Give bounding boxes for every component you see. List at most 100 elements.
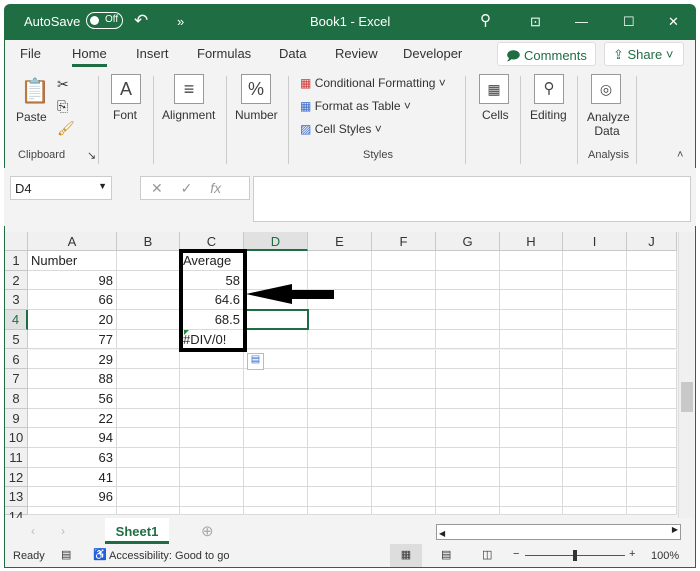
cell-c8[interactable] [180,388,244,409]
cell-e5[interactable] [308,329,372,350]
cell-a1[interactable]: Number [28,251,117,271]
paste-button[interactable]: Paste [16,110,47,124]
row-header-4[interactable]: 4 [5,310,28,330]
cell-g3[interactable] [436,290,500,311]
cell-j9[interactable] [627,408,677,429]
sheet-tab-sheet1[interactable]: Sheet1 [105,518,169,544]
cell-f1[interactable] [372,251,436,271]
cell-d9[interactable] [244,408,308,429]
row-header-8[interactable]: 8 [5,388,28,409]
cell-g4[interactable] [436,310,500,330]
insert-function-icon[interactable]: fx [210,180,221,196]
cell-i11[interactable] [563,448,627,468]
cell-d13[interactable] [244,487,308,508]
cell-h1[interactable] [500,251,563,271]
cell-a6[interactable]: 29 [28,349,117,370]
normal-view-icon[interactable]: ▦ [390,544,422,567]
cell-h11[interactable] [500,448,563,468]
column-header-i[interactable]: I [563,232,627,251]
cell-h6[interactable] [500,349,563,370]
cell-h7[interactable] [500,369,563,389]
cell-f2[interactable] [372,270,436,291]
cell-c11[interactable] [180,448,244,468]
cell-e4[interactable] [308,310,372,330]
cell-e1[interactable] [308,251,372,271]
cell-j14[interactable] [627,507,677,516]
cell-j2[interactable] [627,270,677,291]
cell-i9[interactable] [563,408,627,429]
cell-a11[interactable]: 63 [28,448,117,468]
cell-d8[interactable] [244,388,308,409]
enter-icon[interactable]: ✓ [181,180,193,196]
cell-i14[interactable] [563,507,627,516]
column-header-d[interactable]: D [244,232,308,251]
cell-i13[interactable] [563,487,627,508]
more-commands[interactable]: » [177,14,184,29]
cell-b5[interactable] [117,329,180,350]
autosave-toggle[interactable]: Off [86,12,123,29]
cell-e13[interactable] [308,487,372,508]
cell-e7[interactable] [308,369,372,389]
cell-e6[interactable] [308,349,372,370]
cancel-icon[interactable]: ✕ [151,180,163,196]
cell-h2[interactable] [500,270,563,291]
row-header-9[interactable]: 9 [5,408,28,429]
cell-c12[interactable] [180,467,244,488]
cell-j6[interactable] [627,349,677,370]
cell-g5[interactable] [436,329,500,350]
cell-b3[interactable] [117,290,180,311]
cell-c7[interactable] [180,369,244,389]
cell-a3[interactable]: 66 [28,290,117,311]
cell-c14[interactable] [180,507,244,516]
cell-f6[interactable] [372,349,436,370]
cell-j11[interactable] [627,448,677,468]
cell-b7[interactable] [117,369,180,389]
prev-sheet-icon[interactable]: ‹ [31,524,35,538]
cell-a5[interactable]: 77 [28,329,117,350]
cell-a14[interactable] [28,507,117,516]
cell-g14[interactable] [436,507,500,516]
cell-j7[interactable] [627,369,677,389]
cell-b1[interactable] [117,251,180,271]
cell-g11[interactable] [436,448,500,468]
cell-b2[interactable] [117,270,180,291]
vertical-scrollbar[interactable] [678,232,694,518]
page-layout-icon[interactable]: ▤ [441,548,451,561]
search-icon[interactable]: ⚲ [480,11,491,29]
cell-a13[interactable]: 96 [28,487,117,508]
accessibility-status[interactable]: Accessibility: Good to go [109,550,229,562]
cell-d14[interactable] [244,507,308,516]
next-sheet-icon[interactable]: › [61,524,65,538]
cut-icon[interactable]: ✂ [57,76,69,93]
cell-f9[interactable] [372,408,436,429]
add-sheet-icon[interactable]: ⊕ [201,522,214,540]
row-header-3[interactable]: 3 [5,290,28,311]
cell-a4[interactable]: 20 [28,310,117,330]
column-header-a[interactable]: A [28,232,117,251]
cell-h9[interactable] [500,408,563,429]
cell-e11[interactable] [308,448,372,468]
macro-icon[interactable]: ▤ [61,548,71,561]
cell-f8[interactable] [372,388,436,409]
cell-h14[interactable] [500,507,563,516]
cell-g1[interactable] [436,251,500,271]
row-header-13[interactable]: 13 [5,487,28,508]
tab-file[interactable]: File [20,46,41,61]
conditional-formatting-button[interactable]: ▦ Conditional Formatting ˅ [300,76,446,90]
cell-c6[interactable] [180,349,244,370]
cells-button[interactable]: Cells [482,108,509,122]
zoom-out-button[interactable]: − [513,548,519,560]
cell-h3[interactable] [500,290,563,311]
analyze-data-icon[interactable]: ◎ [591,74,621,104]
cell-h8[interactable] [500,388,563,409]
column-header-e[interactable]: E [308,232,372,251]
font-button[interactable]: Font [113,108,137,122]
comments-button[interactable]: 🗩 Comments [497,42,596,66]
cell-h4[interactable] [500,310,563,330]
cell-d12[interactable] [244,467,308,488]
find-icon[interactable]: ⚲ [534,74,564,104]
cell-g10[interactable] [436,428,500,448]
cell-f14[interactable] [372,507,436,516]
page-break-icon[interactable]: ◫ [482,548,492,561]
cell-j8[interactable] [627,388,677,409]
